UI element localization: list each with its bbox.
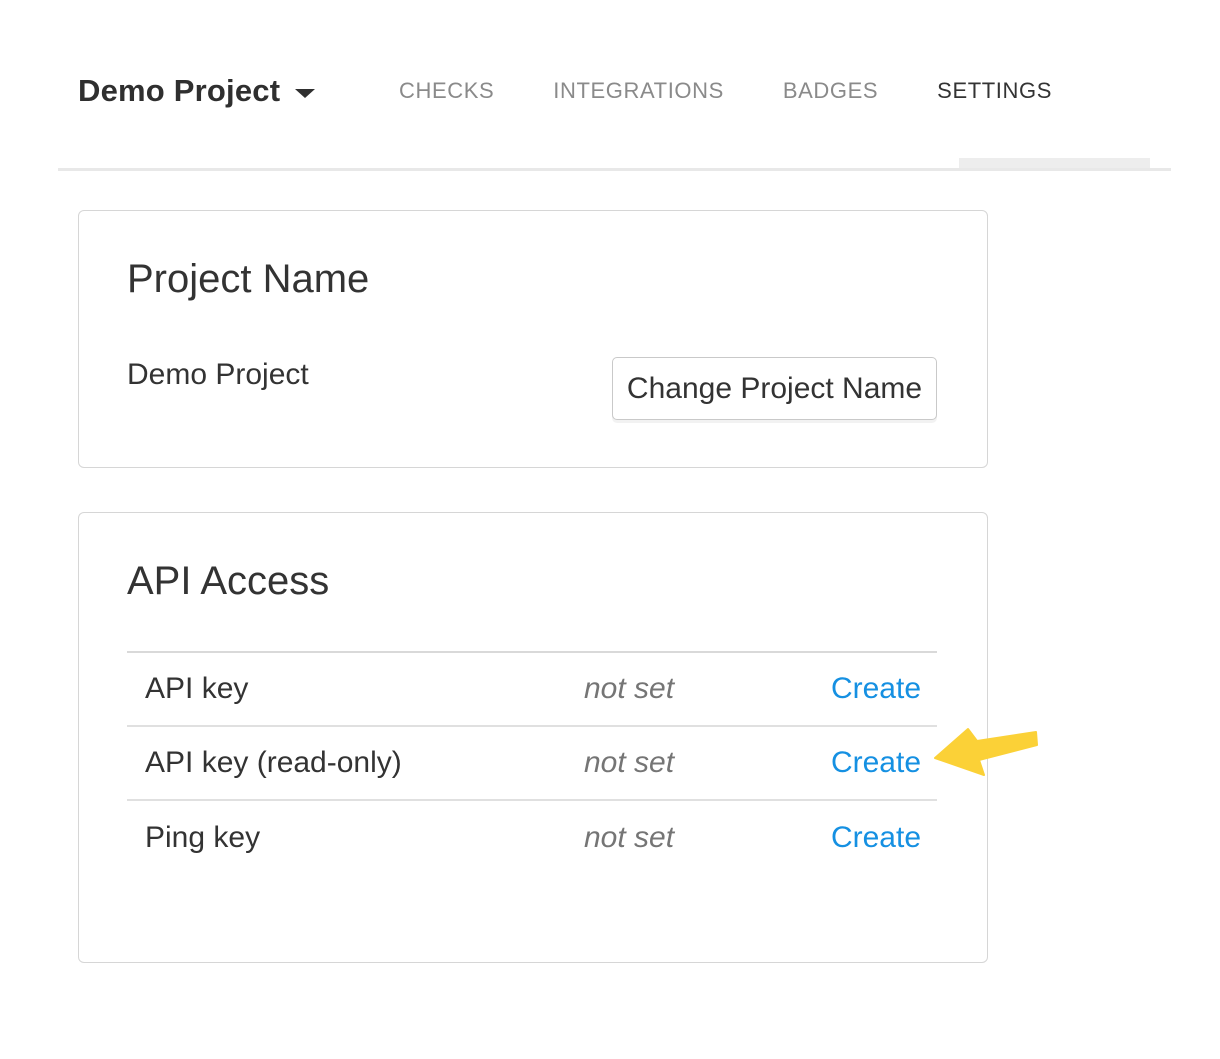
project-switcher-dropdown[interactable]: Demo Project [78, 69, 315, 113]
ping-key-label: Ping key [127, 821, 584, 855]
project-settings-page: Demo Project CHECKS INTEGRATIONS BADGES … [0, 0, 1220, 1059]
project-name-card: Project Name Demo Project Change Project… [78, 210, 988, 468]
change-project-name-button[interactable]: Change Project Name [612, 357, 937, 420]
header-divider [58, 168, 1171, 171]
tab-integrations[interactable]: INTEGRATIONS [553, 78, 724, 104]
api-access-card: API Access API key not set Create API ke… [78, 512, 988, 963]
api-key-value: not set [584, 672, 831, 706]
api-keys-table: API key not set Create API key (read-onl… [127, 651, 937, 875]
table-row-api-key: API key not set Create [127, 653, 937, 727]
api-key-label: API key [127, 672, 584, 706]
tab-checks[interactable]: CHECKS [399, 78, 494, 104]
api-key-read-only-label: API key (read-only) [127, 746, 584, 780]
project-name-card-heading: Project Name [127, 255, 369, 303]
tab-settings[interactable]: SETTINGS [937, 78, 1052, 104]
tab-badges[interactable]: BADGES [783, 78, 878, 104]
current-project-name: Demo Project [127, 354, 309, 396]
api-key-read-only-value: not set [584, 746, 831, 780]
project-title: Demo Project [78, 73, 280, 109]
create-ping-key-link[interactable]: Create [831, 821, 937, 855]
table-row-api-key-read-only: API key (read-only) not set Create [127, 727, 937, 801]
api-access-card-heading: API Access [127, 557, 329, 605]
create-api-key-link[interactable]: Create [831, 672, 937, 706]
ping-key-value: not set [584, 821, 831, 855]
create-read-only-api-key-link[interactable]: Create [831, 746, 937, 780]
chevron-down-icon [295, 89, 315, 98]
table-row-ping-key: Ping key not set Create [127, 801, 937, 875]
top-navigation: CHECKS INTEGRATIONS BADGES SETTINGS [399, 69, 1052, 113]
